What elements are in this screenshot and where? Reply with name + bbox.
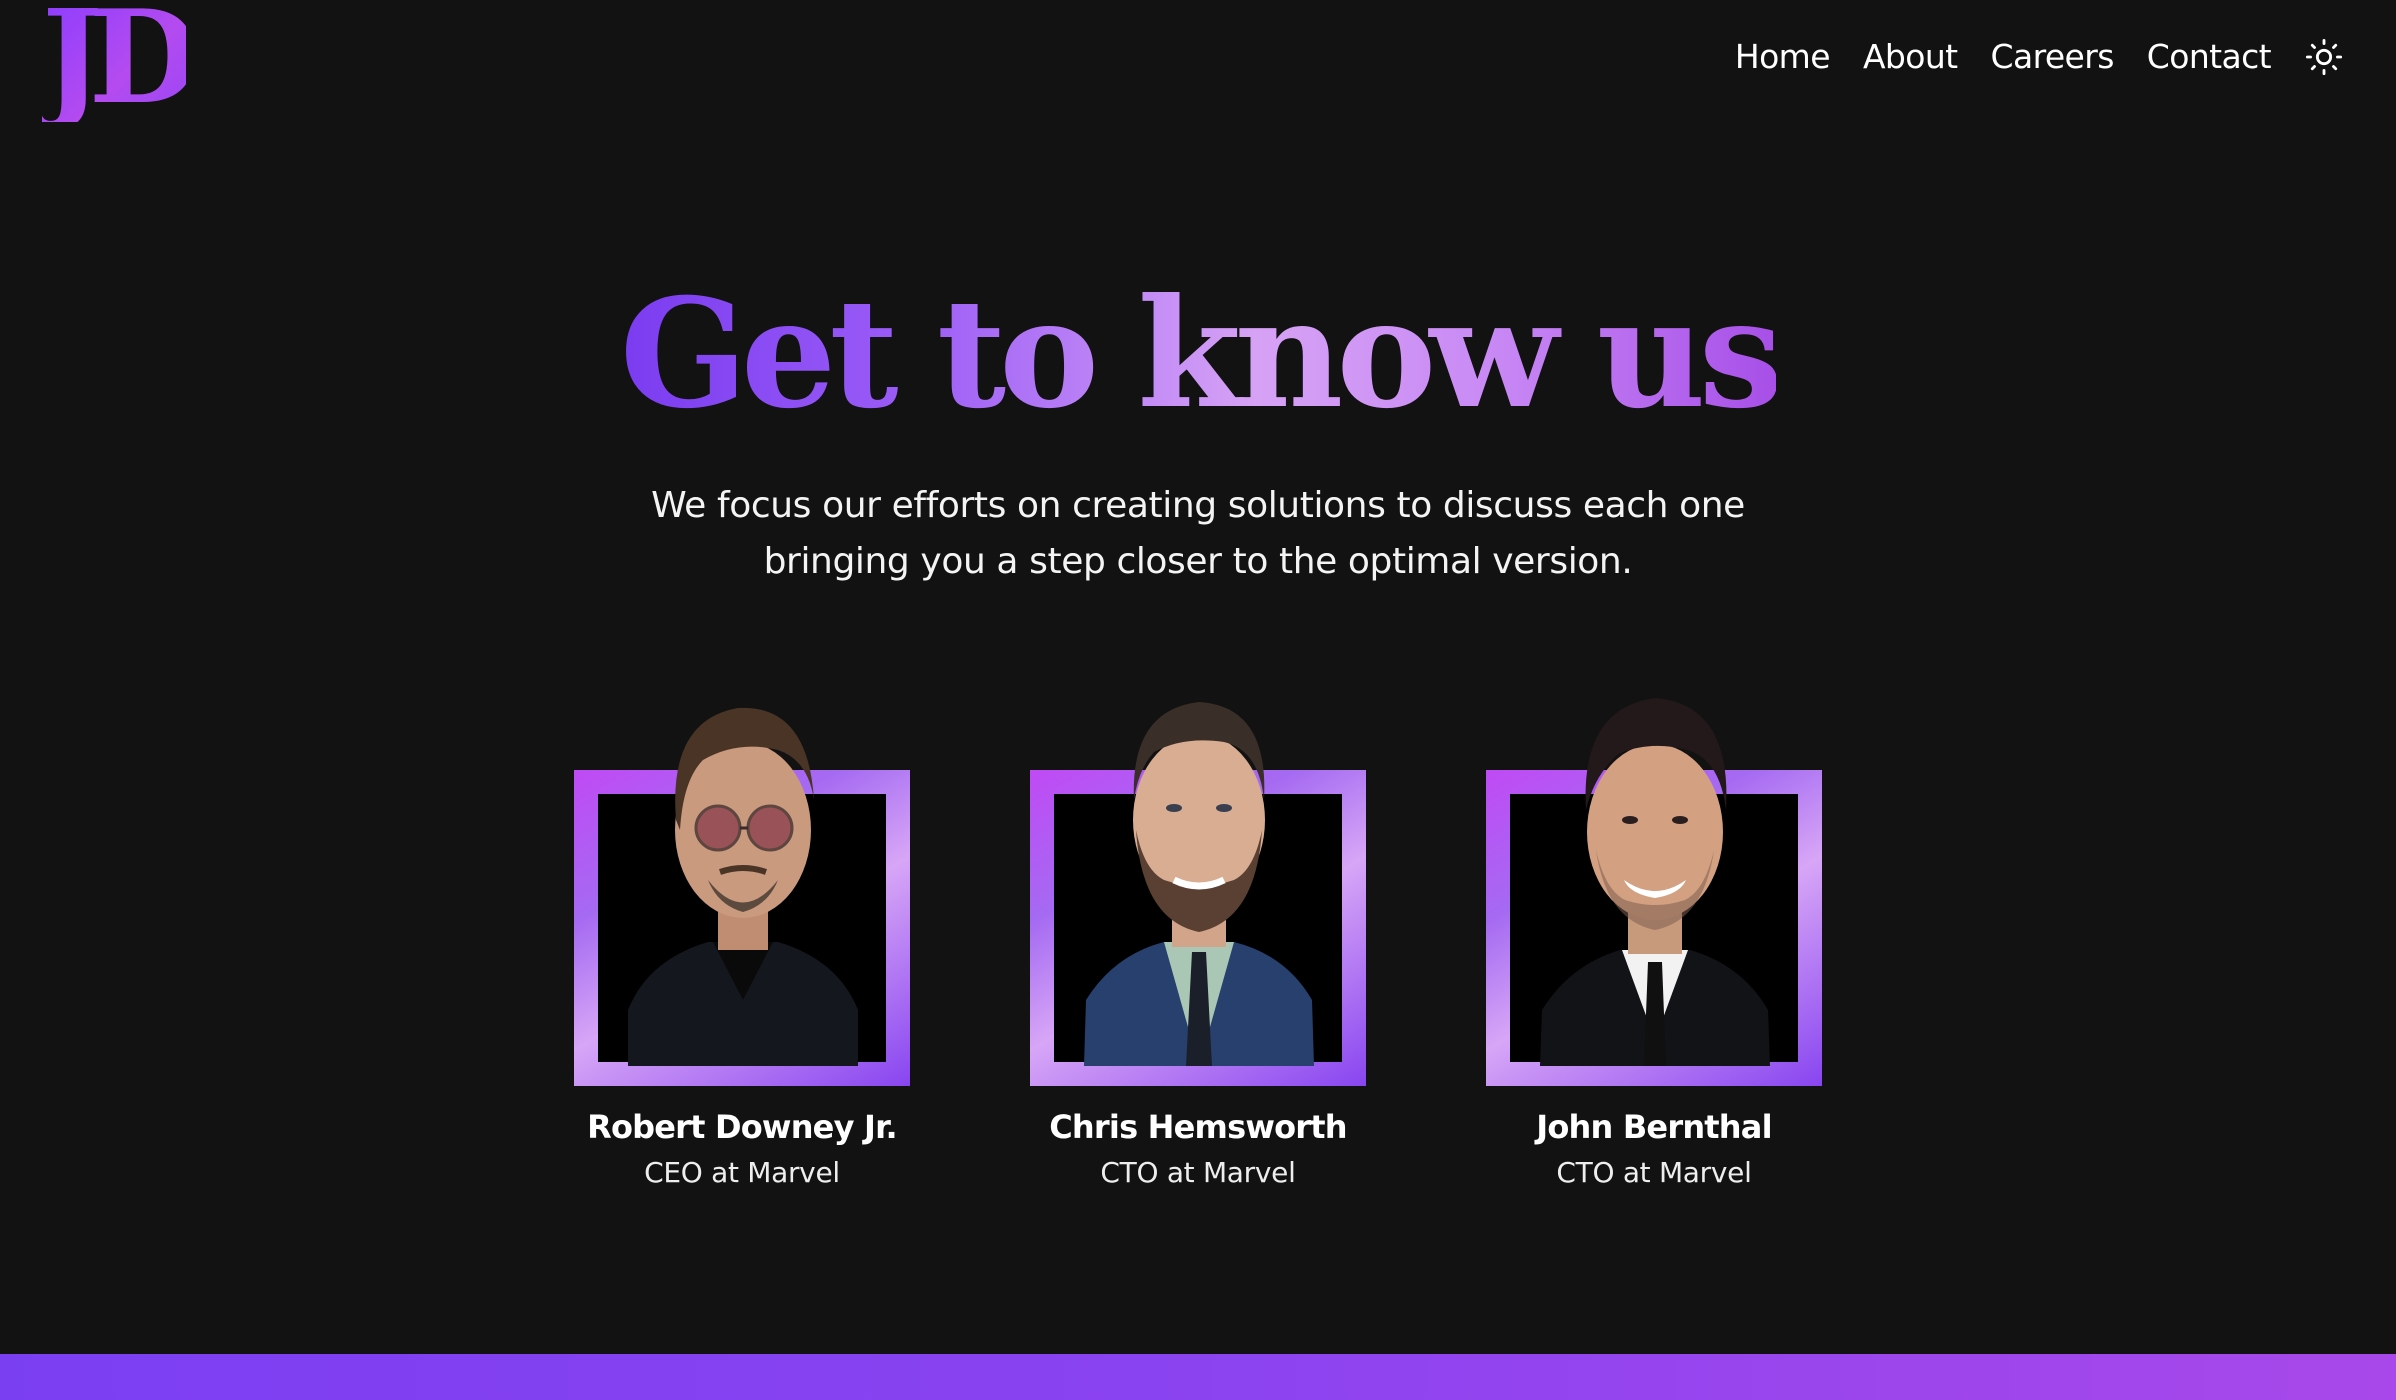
- nav-link-contact[interactable]: Contact: [2147, 30, 2272, 84]
- nav-link-about[interactable]: About: [1863, 30, 1958, 84]
- main-nav: Home About Careers Contact: [1735, 30, 2344, 84]
- member-name: John Bernthal: [1536, 1108, 1772, 1146]
- hero-title-text: Get to know us: [619, 266, 1783, 442]
- site-logo[interactable]: JD: [42, 0, 200, 122]
- hero-subtitle-line-2: bringing you a step closer to the optima…: [763, 541, 1633, 582]
- hero-subtitle: We focus our efforts on creating solutio…: [598, 478, 1798, 590]
- page: JD Home About Careers Contact Get to kno…: [0, 0, 2396, 1400]
- member-role: CTO at Marvel: [1556, 1156, 1752, 1189]
- hero-title: Get to know us: [0, 272, 2396, 437]
- person-photo: [1084, 702, 1314, 1066]
- member-role: CEO at Marvel: [644, 1156, 840, 1189]
- hero-subtitle-line-1: We focus our efforts on creating solutio…: [651, 485, 1745, 526]
- nav-link-home[interactable]: Home: [1735, 30, 1831, 84]
- member-name: Chris Hemsworth: [1049, 1108, 1347, 1146]
- person-photo: [1540, 698, 1770, 1066]
- member-name: Robert Downey Jr.: [587, 1108, 898, 1146]
- footer-accent-bar: [0, 1354, 2396, 1400]
- sun-icon: [2305, 38, 2343, 76]
- nav-link-careers[interactable]: Careers: [1991, 30, 2115, 84]
- theme-toggle-button[interactable]: [2304, 37, 2344, 77]
- person-photo: [628, 707, 858, 1066]
- member-role: CTO at Marvel: [1100, 1156, 1296, 1189]
